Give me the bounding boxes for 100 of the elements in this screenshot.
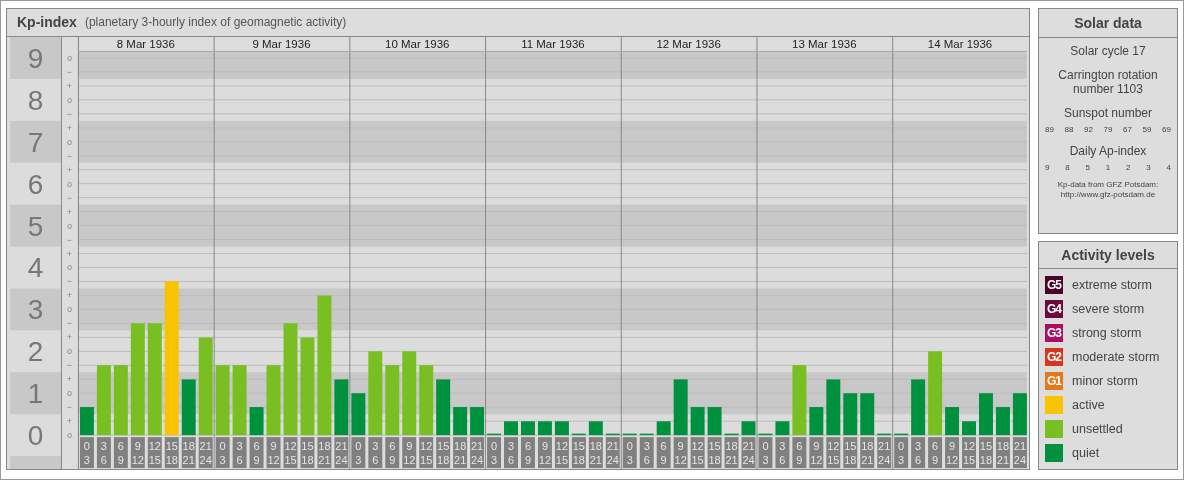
time-slot-label: 21 24 (198, 437, 213, 468)
time-slot-label: 15 18 (843, 437, 858, 468)
time-slot-label: 9 12 (266, 437, 281, 468)
kp-axis-label: 9 (27, 42, 44, 74)
panel-title: Solar data (1039, 9, 1177, 38)
date-label: 8 Mar 1936 (116, 38, 175, 51)
kp-third-label: + (66, 416, 73, 427)
time-slot-label: 15 18 (300, 437, 315, 468)
legend-label: moderate storm (1072, 350, 1160, 364)
legend-label: strong storm (1072, 326, 1142, 340)
source-text: http://www.gfz-potsdam.de (1059, 190, 1157, 200)
time-slot-label: 3 6 (775, 437, 790, 468)
time-slot-label: 18 21 (995, 437, 1010, 468)
time-slot-label: 15 18 (707, 437, 722, 468)
time-slot-label: 3 6 (911, 437, 926, 468)
time-slot-label: 6 9 (521, 437, 535, 468)
time-slot-label: 18 21 (181, 437, 196, 468)
time-slot-label: 15 18 (436, 437, 451, 468)
kp-third-label: + (66, 290, 73, 301)
ap-value: 9 (1045, 163, 1050, 172)
kp-third-label: o (66, 220, 72, 231)
carrington-text: Carrington rotation number 1103 (1057, 68, 1159, 96)
legend-swatch: G4 (1045, 300, 1063, 318)
time-slot-label: 9 12 (945, 437, 960, 468)
date-label: 13 Mar 1936 (792, 38, 857, 51)
solar-cycle-text: Solar cycle 17 (1070, 44, 1146, 58)
date-label: 9 Mar 1936 (252, 38, 311, 51)
date-label: 10 Mar 1936 (385, 38, 450, 51)
legend-label: severe storm (1072, 302, 1145, 316)
kp-axis-label: 1 (27, 378, 44, 410)
date-label: 12 Mar 1936 (656, 38, 721, 51)
time-slot-label: 18 21 (453, 437, 468, 468)
time-slot-label: 3 6 (639, 437, 654, 468)
kp-third-label: − (66, 234, 73, 245)
ap-heading: Daily Ap-index (1069, 144, 1147, 158)
kp-third-label: o (66, 262, 72, 273)
legend-swatch: G3 (1045, 324, 1063, 342)
time-slot-label: 21 24 (741, 437, 756, 468)
time-slot-label: 0 3 (758, 437, 773, 468)
kp-third-label: o (66, 52, 72, 63)
time-slot-label: 12 15 (419, 437, 434, 468)
time-slot-label: 0 3 (894, 437, 909, 468)
time-slot-label: 6 9 (113, 437, 128, 468)
chart-subtitle: (planetary 3-hourly index of geomagnetic activity) (84, 15, 347, 30)
time-slot-label: 3 6 (368, 437, 383, 468)
time-slot-label: 9 12 (673, 437, 688, 468)
legend-label: active (1072, 398, 1105, 412)
time-slot-label: 15 18 (164, 437, 179, 468)
sunspot-value: 89 (1045, 125, 1054, 134)
ap-value: 4 (1166, 163, 1171, 172)
chart-title: Kp-index (17, 14, 77, 31)
time-slot-label: 18 21 (724, 437, 739, 468)
time-slot-label: 21 24 (470, 437, 485, 468)
kp-axis-label: 2 (27, 336, 44, 368)
sunspot-value: 59 (1142, 125, 1152, 134)
legend-label: quiet (1072, 446, 1100, 460)
time-slot-label: 15 18 (571, 437, 586, 468)
legend-label: unsettled (1072, 422, 1123, 436)
kp-axis-label: 3 (27, 294, 44, 326)
sunspot-value: 88 (1064, 125, 1074, 134)
kp-axis-label: 8 (27, 84, 44, 116)
time-slot-label: 3 6 (232, 437, 247, 468)
time-slot-label: 0 3 (622, 437, 637, 468)
kp-third-label: − (66, 402, 73, 413)
time-slot-label: 3 6 (96, 437, 111, 468)
ap-value: 5 (1085, 163, 1090, 172)
sunspot-heading: Sunspot number (1063, 106, 1153, 120)
time-slot-label: 9 12 (537, 437, 552, 468)
ap-value: 2 (1126, 163, 1131, 172)
kp-third-label: − (66, 66, 73, 77)
kp-third-label: o (66, 388, 72, 399)
kp-third-label: o (66, 346, 72, 357)
kp-axis-label: 7 (27, 126, 44, 158)
time-slot-label: 0 3 (351, 437, 366, 468)
kp-third-label: o (66, 94, 72, 105)
kp-axis-label: 0 (27, 420, 44, 452)
kp-third-label: + (66, 80, 73, 91)
legend-swatch: G2 (1045, 348, 1063, 366)
legend-swatch: G5 (1045, 276, 1063, 294)
kp-third-label: + (66, 164, 73, 175)
time-slot-label: 21 24 (605, 437, 620, 468)
kp-axis-label: 5 (27, 210, 44, 242)
kp-third-label: + (66, 122, 73, 133)
kp-axis-label: 6 (27, 168, 44, 200)
time-slot-label: 21 24 (1012, 437, 1027, 468)
time-slot-label: 6 9 (928, 437, 943, 468)
sunspot-value: 67 (1123, 125, 1132, 134)
time-slot-label: 0 3 (79, 437, 94, 468)
source-text: Kp-data from GFZ Potsdam: (1057, 180, 1159, 190)
ap-value: 3 (1146, 163, 1151, 172)
time-slot-label: 9 12 (809, 437, 824, 468)
time-slot-label: 21 24 (877, 437, 892, 468)
time-slot-label: 18 21 (588, 437, 603, 468)
sunspot-value: 79 (1103, 125, 1113, 134)
kp-third-label: − (66, 318, 73, 329)
time-slot-label: 12 15 (826, 437, 841, 468)
time-slot-label: 18 21 (860, 437, 875, 468)
panel-title: Activity levels (1039, 242, 1177, 269)
time-slot-label: 12 15 (283, 437, 298, 468)
time-slot-label: 21 24 (334, 437, 349, 468)
